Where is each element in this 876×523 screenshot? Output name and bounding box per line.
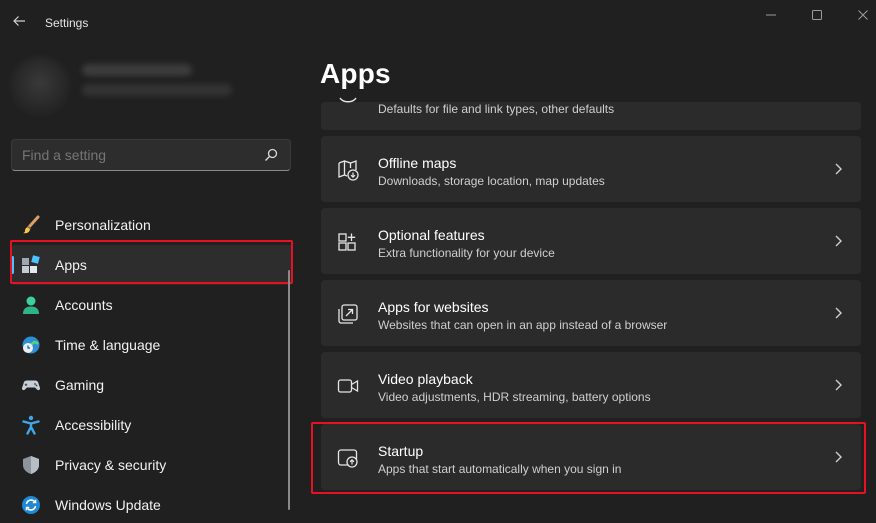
sidebar-item-label: Personalization <box>55 217 151 233</box>
minimize-icon <box>766 14 776 16</box>
arrow-left-icon <box>13 16 25 26</box>
update-icon <box>22 496 40 514</box>
user-name-blurred <box>82 64 192 76</box>
chevron-right-icon <box>835 235 842 247</box>
clock-globe-icon <box>22 336 40 354</box>
apps-icon <box>22 255 40 273</box>
startup-icon <box>337 449 358 468</box>
sidebar-item-apps[interactable]: Apps <box>11 245 293 285</box>
user-profile[interactable] <box>10 52 270 122</box>
settings-card-optional-features[interactable]: Optional features Extra functionality fo… <box>321 208 861 274</box>
open-link-icon <box>338 304 358 324</box>
sidebar-item-personalization[interactable]: Personalization <box>11 205 293 245</box>
sidebar-item-label: Accounts <box>55 297 113 313</box>
sidebar-item-accessibility[interactable]: Accessibility <box>11 405 293 445</box>
maximize-button[interactable] <box>806 6 828 24</box>
page-title: Apps <box>320 58 391 89</box>
search-box[interactable] <box>11 139 291 171</box>
sidebar-item-label: Privacy & security <box>55 457 167 473</box>
default-apps-icon <box>339 97 357 103</box>
user-email-blurred <box>82 84 232 96</box>
maximize-icon <box>812 10 822 20</box>
chevron-right-icon <box>835 307 842 319</box>
sidebar-item-windows-update[interactable]: Windows Update <box>11 485 293 523</box>
chevron-right-icon <box>835 379 842 391</box>
card-description: Apps that start automatically when you s… <box>378 462 622 476</box>
accessibility-icon <box>22 415 40 435</box>
settings-card-offline-maps[interactable]: Offline maps Downloads, storage location… <box>321 136 861 202</box>
sidebar-item-label: Windows Update <box>55 497 161 513</box>
chevron-right-icon <box>835 163 842 175</box>
search-icon <box>265 148 278 161</box>
gamepad-icon <box>21 380 41 391</box>
map-download-icon <box>338 160 359 181</box>
settings-card-default-apps[interactable]: Defaults for file and link types, other … <box>321 97 861 130</box>
close-icon <box>858 10 868 20</box>
sidebar-item-privacy-security[interactable]: Privacy & security <box>11 445 293 485</box>
card-title: Offline maps <box>378 155 457 171</box>
sidebar-item-label: Accessibility <box>55 417 132 433</box>
minimize-button[interactable] <box>760 6 782 24</box>
sidebar-item-time-language[interactable]: Time & language <box>11 325 293 365</box>
card-description: Video adjustments, HDR streaming, batter… <box>378 390 651 404</box>
card-description: Extra functionality for your device <box>378 246 555 260</box>
chevron-right-icon <box>835 451 842 463</box>
settings-card-startup[interactable]: Startup Apps that start automatically wh… <box>321 424 861 490</box>
card-title: Video playback <box>378 371 473 387</box>
paintbrush-icon <box>23 215 40 234</box>
back-button[interactable] <box>8 10 30 32</box>
selection-indicator <box>11 256 14 274</box>
sidebar-item-label: Apps <box>55 257 87 273</box>
sidebar-item-gaming[interactable]: Gaming <box>11 365 293 405</box>
add-features-icon <box>338 233 356 251</box>
sidebar-item-accounts[interactable]: Accounts <box>11 285 293 325</box>
app-title: Settings <box>45 16 89 30</box>
sidebar-item-label: Gaming <box>55 377 105 393</box>
card-description: Defaults for file and link types, other … <box>378 102 615 116</box>
settings-card-video-playback[interactable]: Video playback Video adjustments, HDR st… <box>321 352 861 418</box>
sidebar-scrollbar[interactable] <box>288 270 290 510</box>
accounts-icon <box>23 296 39 314</box>
search-input[interactable] <box>22 147 252 163</box>
title-bar: Settings <box>0 0 876 44</box>
avatar <box>10 56 70 116</box>
close-button[interactable] <box>852 6 874 24</box>
sidebar-item-label: Time & language <box>55 337 161 353</box>
settings-card-apps-for-websites[interactable]: Apps for websites Websites that can open… <box>321 280 861 346</box>
card-title: Optional features <box>378 227 485 243</box>
card-description: Websites that can open in an app instead… <box>378 318 668 332</box>
card-title: Apps for websites <box>378 299 489 315</box>
card-description: Downloads, storage location, map updates <box>378 174 605 188</box>
shield-icon <box>23 456 39 474</box>
card-title: Startup <box>378 443 424 459</box>
video-camera-icon <box>337 379 359 393</box>
